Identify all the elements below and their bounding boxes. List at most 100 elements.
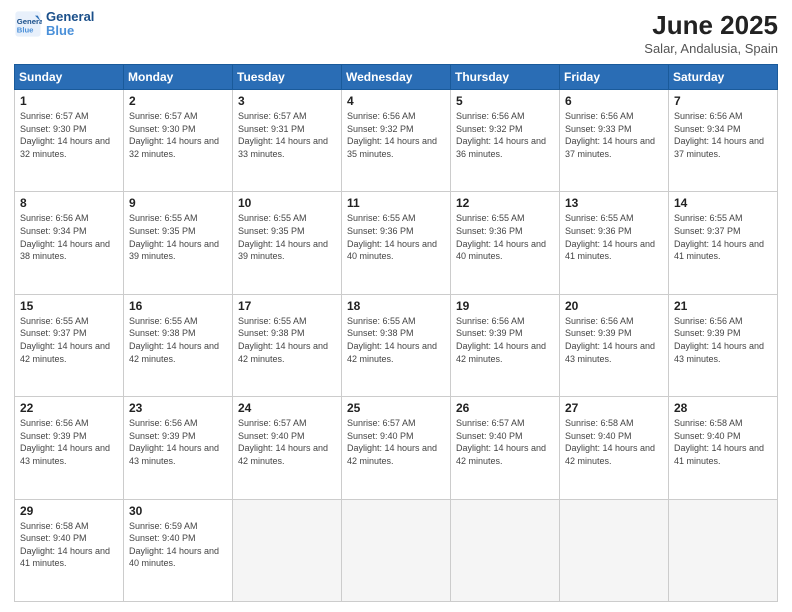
- day-info: Sunrise: 6:55 AMSunset: 9:37 PMDaylight:…: [674, 212, 772, 262]
- calendar-cell: 14 Sunrise: 6:55 AMSunset: 9:37 PMDayligh…: [669, 192, 778, 294]
- day-number: 14: [674, 196, 772, 210]
- col-tuesday: Tuesday: [233, 65, 342, 90]
- calendar-cell: 30 Sunrise: 6:59 AMSunset: 9:40 PMDayligh…: [124, 499, 233, 601]
- calendar-cell: 3 Sunrise: 6:57 AMSunset: 9:31 PMDaylight…: [233, 90, 342, 192]
- day-number: 5: [456, 94, 554, 108]
- day-number: 20: [565, 299, 663, 313]
- calendar-cell: 19 Sunrise: 6:56 AMSunset: 9:39 PMDayligh…: [451, 294, 560, 396]
- logo-icon: General Blue: [14, 10, 42, 38]
- day-number: 19: [456, 299, 554, 313]
- calendar-week-row: 22Sunrise: 6:56 AMSunset: 9:39 PMDayligh…: [15, 397, 778, 499]
- calendar-cell: 28 Sunrise: 6:58 AMSunset: 9:40 PMDayligh…: [669, 397, 778, 499]
- day-number: 28: [674, 401, 772, 415]
- calendar-cell: [342, 499, 451, 601]
- calendar-week-row: 29Sunrise: 6:58 AMSunset: 9:40 PMDayligh…: [15, 499, 778, 601]
- day-info: Sunrise: 6:55 AMSunset: 9:36 PMDaylight:…: [456, 212, 554, 262]
- day-info: Sunrise: 6:56 AMSunset: 9:39 PMDaylight:…: [456, 315, 554, 365]
- calendar-table: Sunday Monday Tuesday Wednesday Thursday…: [14, 64, 778, 602]
- header: General Blue General Blue June 2025 Sala…: [14, 10, 778, 56]
- day-info: Sunrise: 6:57 AMSunset: 9:30 PMDaylight:…: [129, 110, 227, 160]
- calendar-cell: 21 Sunrise: 6:56 AMSunset: 9:39 PMDayligh…: [669, 294, 778, 396]
- day-info: Sunrise: 6:56 AMSunset: 9:39 PMDaylight:…: [20, 417, 118, 467]
- day-info: Sunrise: 6:55 AMSunset: 9:36 PMDaylight:…: [347, 212, 445, 262]
- day-info: Sunrise: 6:56 AMSunset: 9:32 PMDaylight:…: [456, 110, 554, 160]
- day-info: Sunrise: 6:55 AMSunset: 9:38 PMDaylight:…: [347, 315, 445, 365]
- day-number: 15: [20, 299, 118, 313]
- calendar-cell: 22Sunrise: 6:56 AMSunset: 9:39 PMDayligh…: [15, 397, 124, 499]
- day-number: 21: [674, 299, 772, 313]
- main-title: June 2025: [644, 10, 778, 41]
- day-info: Sunrise: 6:56 AMSunset: 9:39 PMDaylight:…: [674, 315, 772, 365]
- day-info: Sunrise: 6:55 AMSunset: 9:38 PMDaylight:…: [238, 315, 336, 365]
- calendar-cell: 17 Sunrise: 6:55 AMSunset: 9:38 PMDayligh…: [233, 294, 342, 396]
- day-number: 16: [129, 299, 227, 313]
- col-sunday: Sunday: [15, 65, 124, 90]
- calendar-cell: [560, 499, 669, 601]
- calendar-cell: 7 Sunrise: 6:56 AMSunset: 9:34 PMDaylight…: [669, 90, 778, 192]
- day-info: Sunrise: 6:56 AMSunset: 9:33 PMDaylight:…: [565, 110, 663, 160]
- day-number: 13: [565, 196, 663, 210]
- day-number: 17: [238, 299, 336, 313]
- day-info: Sunrise: 6:57 AMSunset: 9:40 PMDaylight:…: [347, 417, 445, 467]
- calendar-cell: [451, 499, 560, 601]
- day-info: Sunrise: 6:57 AMSunset: 9:40 PMDaylight:…: [456, 417, 554, 467]
- calendar-cell: 15 Sunrise: 6:55 AMSunset: 9:37 PMDayligh…: [15, 294, 124, 396]
- day-info: Sunrise: 6:57 AMSunset: 9:30 PMDaylight:…: [20, 110, 118, 160]
- day-info: Sunrise: 6:55 AMSunset: 9:35 PMDaylight:…: [129, 212, 227, 262]
- day-info: Sunrise: 6:59 AMSunset: 9:40 PMDaylight:…: [129, 520, 227, 570]
- calendar-cell: 12Sunrise: 6:55 AMSunset: 9:36 PMDayligh…: [451, 192, 560, 294]
- page: General Blue General Blue June 2025 Sala…: [0, 0, 792, 612]
- day-number: 29: [20, 504, 118, 518]
- day-info: Sunrise: 6:55 AMSunset: 9:38 PMDaylight:…: [129, 315, 227, 365]
- calendar-cell: 5 Sunrise: 6:56 AMSunset: 9:32 PMDaylight…: [451, 90, 560, 192]
- calendar-cell: 4Sunrise: 6:56 AMSunset: 9:32 PMDaylight…: [342, 90, 451, 192]
- day-number: 27: [565, 401, 663, 415]
- day-info: Sunrise: 6:56 AMSunset: 9:39 PMDaylight:…: [129, 417, 227, 467]
- calendar-cell: 29Sunrise: 6:58 AMSunset: 9:40 PMDayligh…: [15, 499, 124, 601]
- day-info: Sunrise: 6:56 AMSunset: 9:34 PMDaylight:…: [674, 110, 772, 160]
- calendar-week-row: 15 Sunrise: 6:55 AMSunset: 9:37 PMDayligh…: [15, 294, 778, 396]
- calendar-cell: 18 Sunrise: 6:55 AMSunset: 9:38 PMDayligh…: [342, 294, 451, 396]
- calendar-cell: 9Sunrise: 6:55 AMSunset: 9:35 PMDaylight…: [124, 192, 233, 294]
- day-number: 25: [347, 401, 445, 415]
- calendar-cell: 25 Sunrise: 6:57 AMSunset: 9:40 PMDayligh…: [342, 397, 451, 499]
- day-info: Sunrise: 6:58 AMSunset: 9:40 PMDaylight:…: [565, 417, 663, 467]
- calendar-cell: [233, 499, 342, 601]
- col-saturday: Saturday: [669, 65, 778, 90]
- day-number: 3: [238, 94, 336, 108]
- day-info: Sunrise: 6:56 AMSunset: 9:34 PMDaylight:…: [20, 212, 118, 262]
- day-info: Sunrise: 6:57 AMSunset: 9:31 PMDaylight:…: [238, 110, 336, 160]
- day-info: Sunrise: 6:55 AMSunset: 9:37 PMDaylight:…: [20, 315, 118, 365]
- calendar-cell: 6 Sunrise: 6:56 AMSunset: 9:33 PMDaylight…: [560, 90, 669, 192]
- day-info: Sunrise: 6:58 AMSunset: 9:40 PMDaylight:…: [674, 417, 772, 467]
- day-number: 8: [20, 196, 118, 210]
- day-number: 1: [20, 94, 118, 108]
- day-number: 7: [674, 94, 772, 108]
- day-number: 10: [238, 196, 336, 210]
- col-wednesday: Wednesday: [342, 65, 451, 90]
- col-friday: Friday: [560, 65, 669, 90]
- calendar-cell: 20 Sunrise: 6:56 AMSunset: 9:39 PMDayligh…: [560, 294, 669, 396]
- day-number: 11: [347, 196, 445, 210]
- calendar-week-row: 1 Sunrise: 6:57 AMSunset: 9:30 PMDaylight…: [15, 90, 778, 192]
- calendar-cell: 2Sunrise: 6:57 AMSunset: 9:30 PMDaylight…: [124, 90, 233, 192]
- logo-line2: Blue: [46, 24, 94, 38]
- calendar-cell: 26 Sunrise: 6:57 AMSunset: 9:40 PMDayligh…: [451, 397, 560, 499]
- col-monday: Monday: [124, 65, 233, 90]
- calendar-week-row: 8 Sunrise: 6:56 AMSunset: 9:34 PMDaylight…: [15, 192, 778, 294]
- day-number: 18: [347, 299, 445, 313]
- calendar-header-row: Sunday Monday Tuesday Wednesday Thursday…: [15, 65, 778, 90]
- day-number: 26: [456, 401, 554, 415]
- calendar-cell: 27 Sunrise: 6:58 AMSunset: 9:40 PMDayligh…: [560, 397, 669, 499]
- col-thursday: Thursday: [451, 65, 560, 90]
- calendar-cell: 13Sunrise: 6:55 AMSunset: 9:36 PMDayligh…: [560, 192, 669, 294]
- calendar-cell: 16 Sunrise: 6:55 AMSunset: 9:38 PMDayligh…: [124, 294, 233, 396]
- day-info: Sunrise: 6:56 AMSunset: 9:39 PMDaylight:…: [565, 315, 663, 365]
- calendar-cell: 23Sunrise: 6:56 AMSunset: 9:39 PMDayligh…: [124, 397, 233, 499]
- logo-line1: General: [46, 10, 94, 24]
- day-number: 30: [129, 504, 227, 518]
- logo-text: General Blue: [46, 10, 94, 39]
- day-number: 6: [565, 94, 663, 108]
- title-block: June 2025 Salar, Andalusia, Spain: [644, 10, 778, 56]
- calendar-cell: 11 Sunrise: 6:55 AMSunset: 9:36 PMDayligh…: [342, 192, 451, 294]
